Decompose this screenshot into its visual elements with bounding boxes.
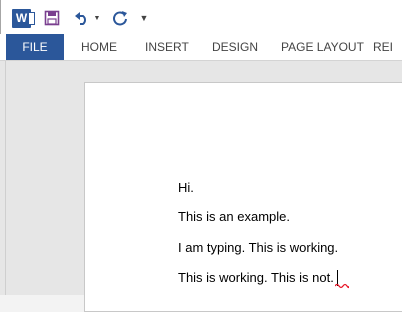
undo-dropdown-button[interactable]: ▼ (93, 8, 101, 28)
chevron-down-icon: ▼ (93, 14, 101, 22)
ribbon-tab-bar: FILE HOME INSERT DESIGN PAGE LAYOUT REI (0, 34, 402, 60)
document-line[interactable]: This is an example. (178, 209, 290, 224)
tab-home[interactable]: HOME (81, 34, 117, 60)
save-button[interactable] (42, 8, 62, 28)
customize-toolbar-button[interactable]: ▼ (139, 8, 149, 28)
document-line[interactable]: I am typing. This is working. (178, 240, 338, 255)
window-edge (0, 0, 1, 34)
save-icon (44, 10, 60, 26)
redo-button[interactable] (110, 8, 130, 28)
tab-file[interactable]: FILE (6, 34, 64, 60)
tab-references[interactable]: REI (373, 34, 393, 60)
word-app-icon[interactable]: W (12, 9, 35, 28)
tab-page-layout[interactable]: PAGE LAYOUT (281, 34, 364, 60)
quick-access-toolbar: W ▼ ▼ (0, 0, 402, 34)
customize-toolbar-icon: ▼ (139, 13, 149, 23)
document-line[interactable]: This is working. This is not. (178, 270, 334, 285)
tab-design[interactable]: DESIGN (212, 34, 258, 60)
tab-insert[interactable]: INSERT (145, 34, 189, 60)
redo-icon (113, 11, 127, 26)
document-left-edge (0, 61, 6, 295)
document-line[interactable]: Hi. (178, 180, 194, 195)
undo-icon (75, 12, 86, 25)
undo-button[interactable] (72, 8, 94, 28)
spellcheck-squiggle (335, 283, 349, 289)
